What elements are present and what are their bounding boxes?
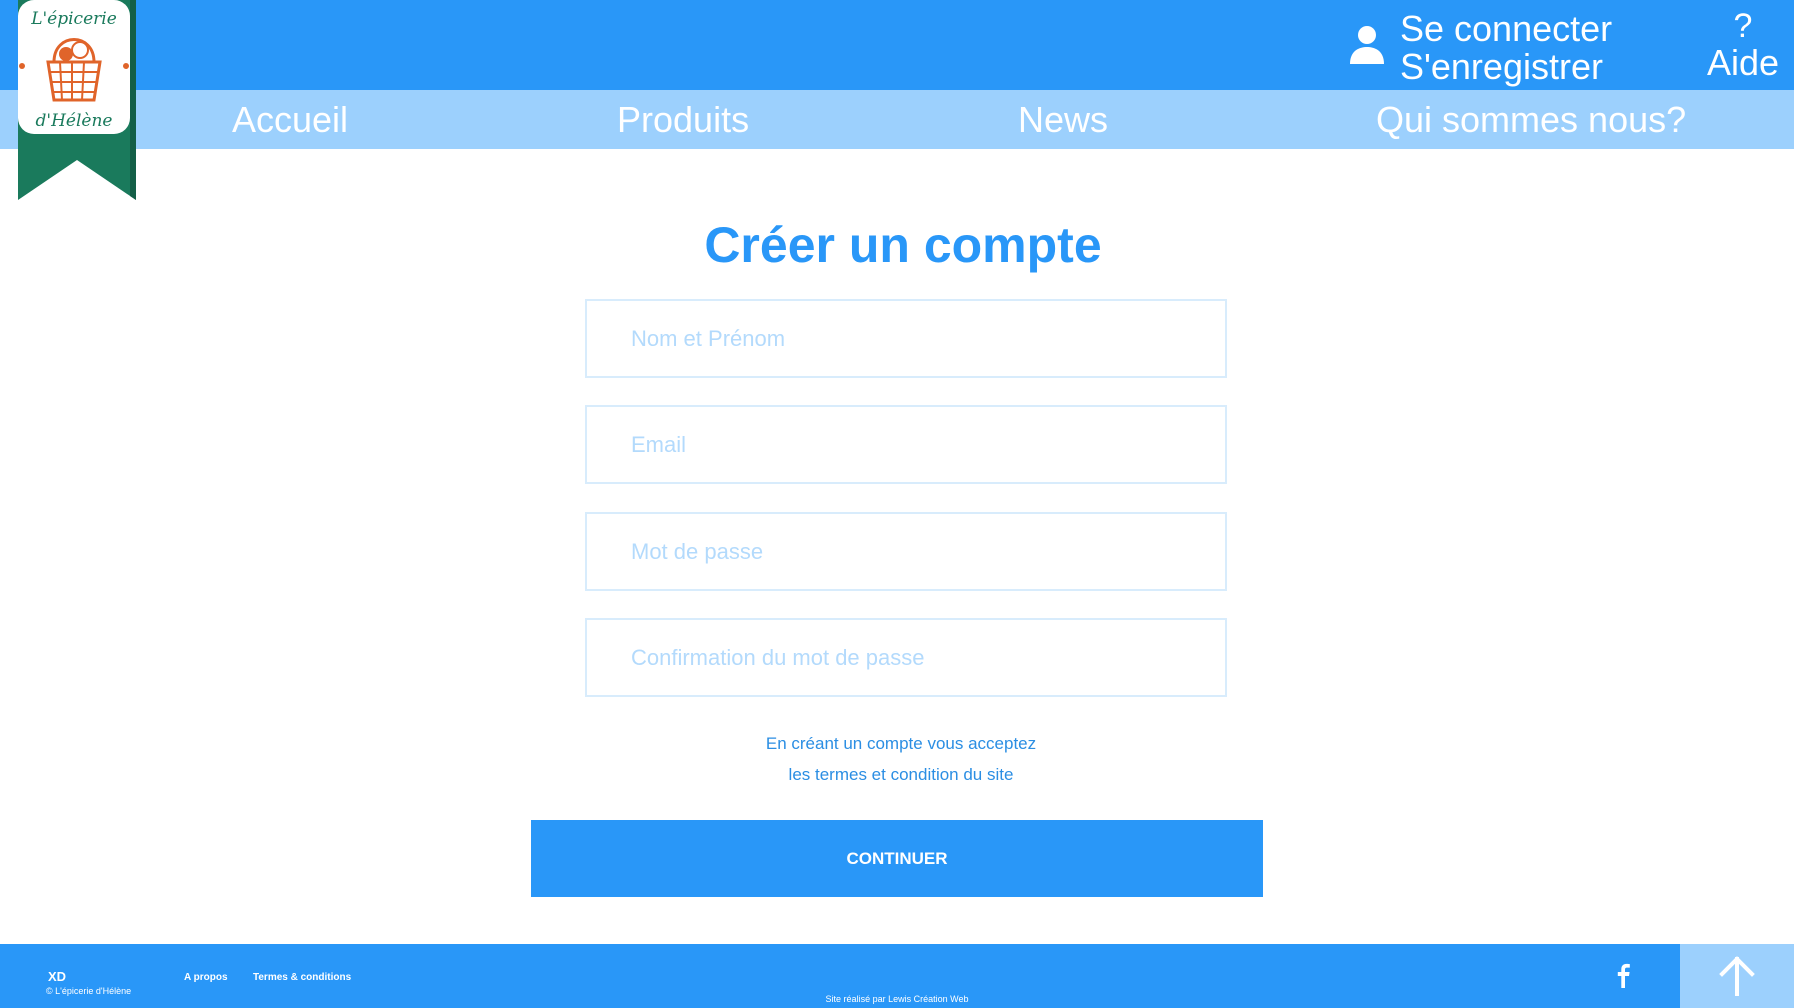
footer-brand: XD (48, 969, 67, 984)
footer-credit: Site réalisé par Lewis Création Web (825, 994, 969, 1004)
facebook-icon[interactable] (1612, 962, 1636, 988)
terms-line-1: En créant un compte vous acceptez (765, 734, 1037, 753)
register-link[interactable]: S'enregistrer (1400, 46, 1603, 88)
nav-item-accueil[interactable]: Accueil (232, 90, 348, 149)
nav-item-qui-sommes-nous[interactable]: Qui sommes nous? (1376, 90, 1686, 149)
full-name-field[interactable] (585, 299, 1227, 378)
site-logo[interactable]: L'épicerie d'Hélène (14, 0, 140, 206)
login-link[interactable]: Se connecter (1400, 8, 1612, 50)
logo-text-top: L'épicerie (30, 9, 117, 29)
footer-link-about[interactable]: A propos (184, 972, 228, 983)
terms-link[interactable]: les termes et condition du site (0, 759, 1794, 790)
password-field[interactable] (585, 512, 1227, 591)
nav-item-news[interactable]: News (1018, 90, 1108, 149)
scroll-to-top-button[interactable] (1680, 944, 1794, 1008)
logo-text-bottom: d'Hélène (36, 111, 113, 131)
continue-button[interactable]: CONTINUER (531, 820, 1263, 897)
page-title: Créer un compte (704, 217, 1102, 273)
nav-item-produits[interactable]: Produits (617, 90, 749, 149)
footer-link-terms[interactable]: Termes & conditions (253, 972, 351, 983)
top-header: Se connecter S'enregistrer ? Aide (0, 0, 1794, 90)
arrow-up-icon (1719, 956, 1755, 996)
terms-notice: En créant un compte vous acceptez les te… (0, 728, 1794, 790)
help-icon: ? (1733, 7, 1753, 45)
email-field[interactable] (585, 405, 1227, 484)
help-button[interactable]: ? Aide (1706, 8, 1780, 82)
help-label: Aide (1706, 42, 1780, 83)
user-icon (1350, 26, 1384, 64)
confirm-password-field[interactable] (585, 618, 1227, 697)
footer: XD © L'épicerie d'Hélène A propos Termes… (0, 944, 1794, 1008)
main-nav: Accueil Produits News Qui sommes nous? (0, 90, 1794, 149)
